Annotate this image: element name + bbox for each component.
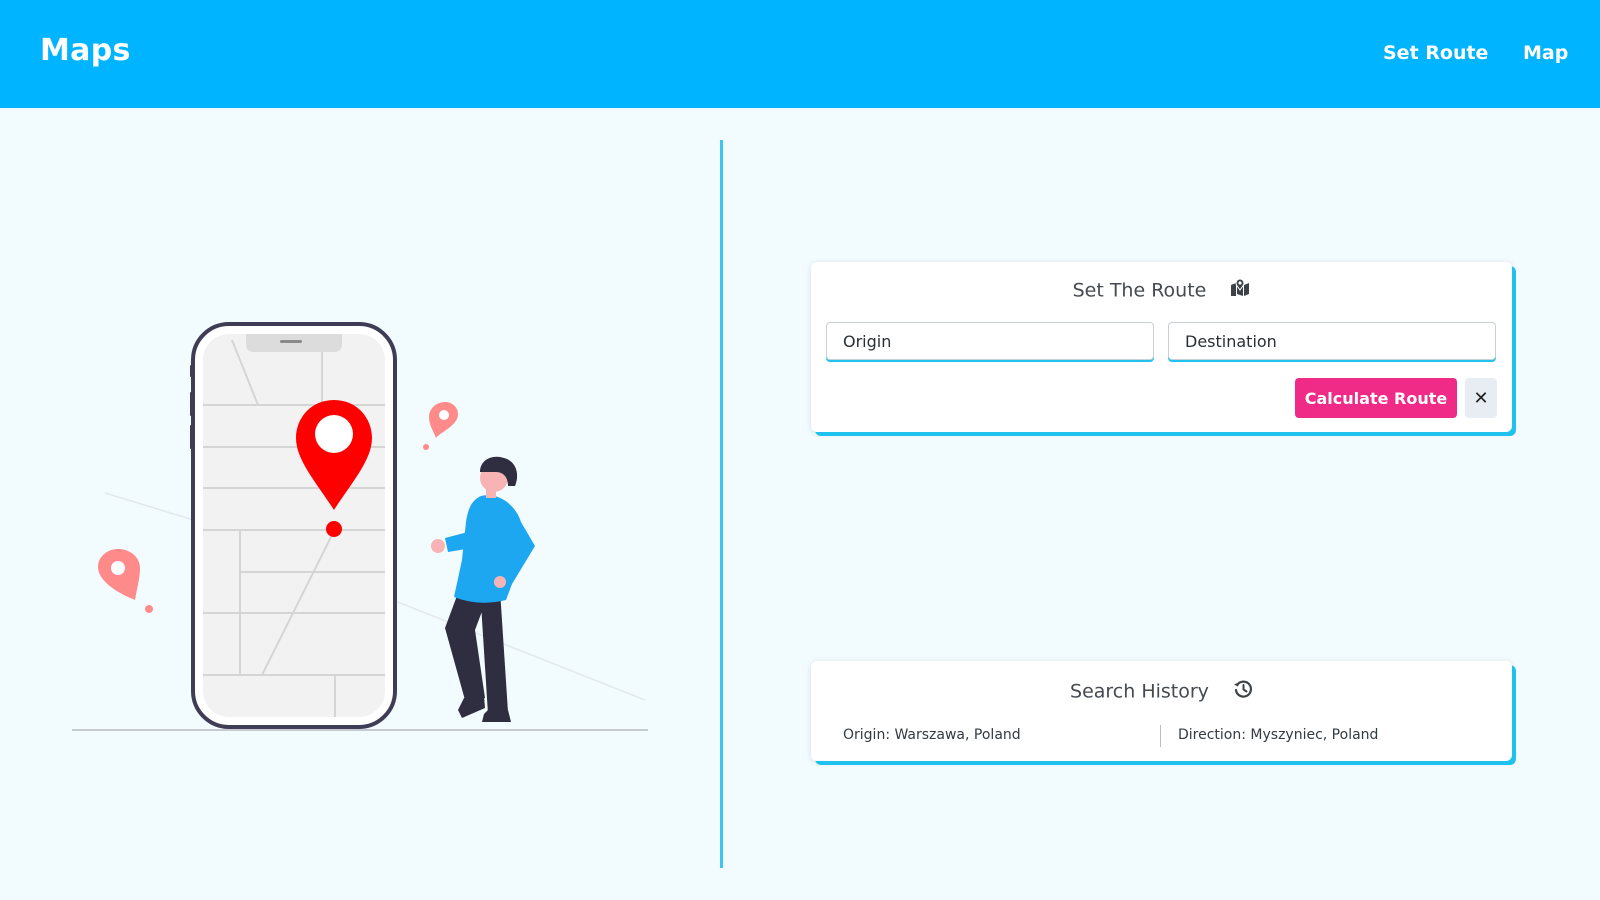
history-origin: Origin: Warszawa, Poland bbox=[843, 727, 1021, 743]
set-route-card: Set The Route Calculate Route ✕ bbox=[811, 262, 1512, 432]
small-pin-icon bbox=[423, 402, 458, 450]
phone-screen bbox=[203, 334, 385, 717]
history-separator bbox=[1160, 725, 1161, 747]
nav-link-map[interactable]: Map bbox=[1523, 42, 1568, 64]
nav-link-set-route[interactable]: Set Route bbox=[1383, 42, 1488, 64]
search-history-title: Search History bbox=[811, 679, 1512, 704]
person-figure bbox=[431, 456, 535, 722]
search-history-title-text: Search History bbox=[1070, 680, 1209, 703]
origin-input[interactable] bbox=[826, 322, 1154, 360]
brand-logo[interactable]: Maps bbox=[40, 33, 131, 68]
phone-map-illustration bbox=[72, 322, 648, 731]
search-history-card: Search History Origin: Warszawa, Poland … bbox=[811, 661, 1512, 761]
destination-input[interactable] bbox=[1168, 322, 1496, 360]
history-direction: Direction: Myszyniec, Poland bbox=[1178, 727, 1379, 743]
history-entry[interactable]: Origin: Warszawa, Poland Direction: Mysz… bbox=[811, 725, 1512, 747]
small-pin-icon bbox=[98, 549, 153, 613]
map-marker-icon bbox=[1230, 278, 1250, 302]
background-line bbox=[379, 594, 646, 701]
set-route-title-text: Set The Route bbox=[1072, 279, 1207, 302]
top-navbar: Maps Set Route Map bbox=[0, 0, 1600, 108]
map-illustration bbox=[60, 310, 660, 740]
clear-route-button[interactable]: ✕ bbox=[1465, 378, 1497, 418]
calculate-route-button[interactable]: Calculate Route bbox=[1295, 378, 1457, 418]
set-route-title: Set The Route bbox=[811, 278, 1512, 302]
history-icon bbox=[1233, 679, 1253, 704]
vertical-divider bbox=[720, 140, 723, 868]
phone-speaker bbox=[280, 340, 302, 343]
